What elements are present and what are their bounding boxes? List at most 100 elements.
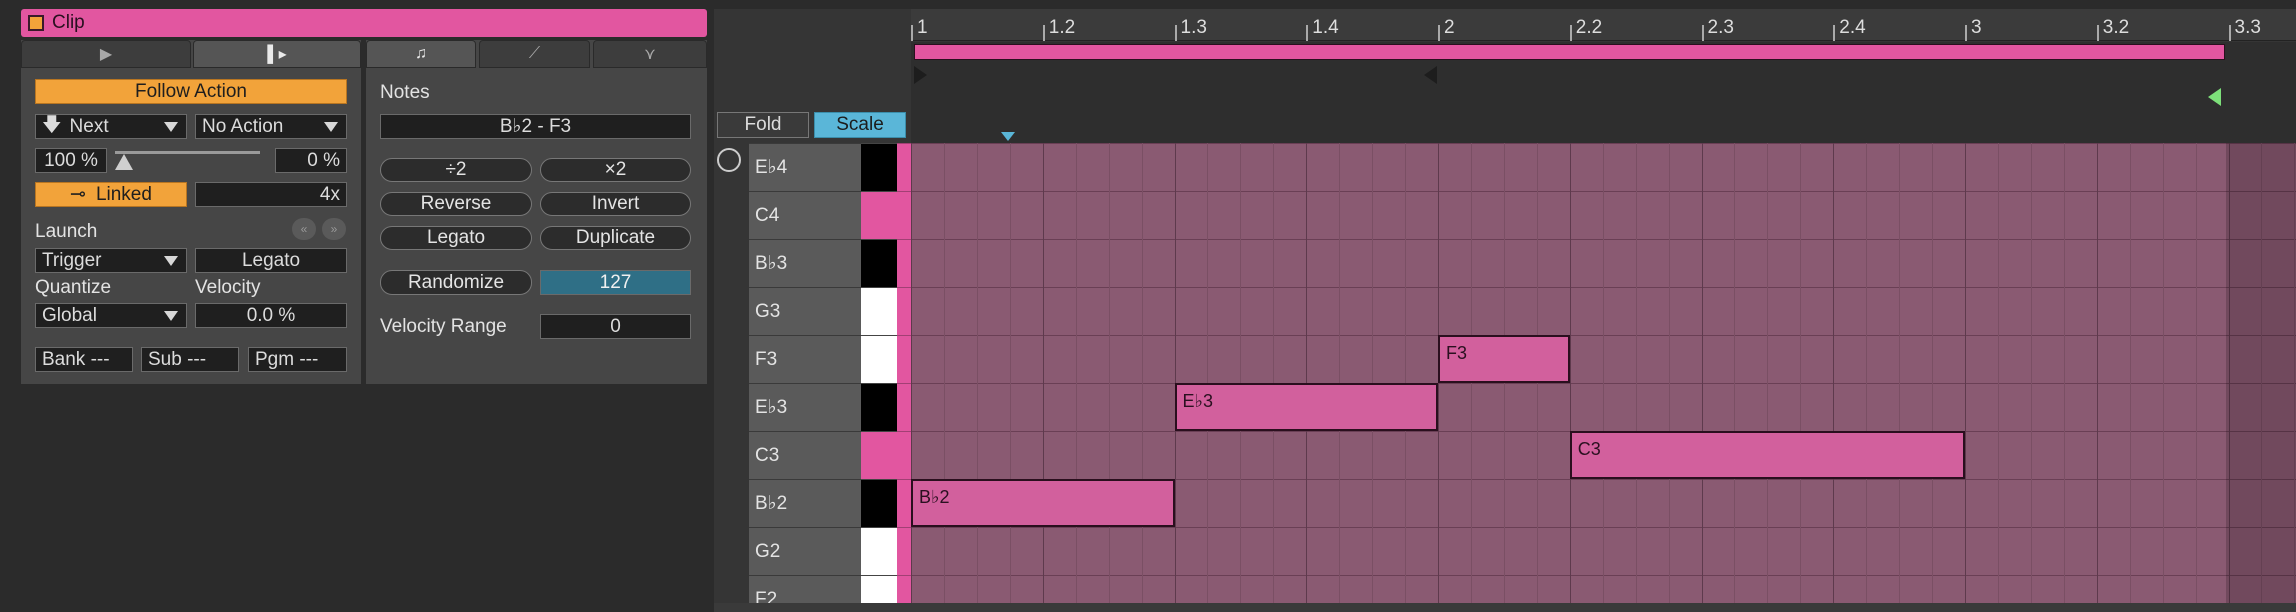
piano-key[interactable] <box>861 479 897 527</box>
tab-notes[interactable]: ♫ <box>366 40 476 68</box>
grid-col-line <box>1042 143 1044 603</box>
ruler-label: 1.3 <box>1180 17 1207 38</box>
legato-toggle[interactable]: Legato <box>195 248 347 273</box>
note-range-field[interactable]: B♭2 - F3 <box>380 114 691 139</box>
play-clip-icon: ▶ <box>99 46 113 63</box>
follow-action-button[interactable]: Follow Action <box>35 79 347 104</box>
velocity-range-field[interactable]: 0 <box>540 314 691 339</box>
piano-key[interactable] <box>861 287 897 335</box>
key-label[interactable]: F3 <box>749 335 861 383</box>
randomize-amount-field[interactable]: 127 <box>540 270 691 295</box>
ruler-label: 2 <box>1444 17 1455 38</box>
tab-mpe[interactable]: ⋎ <box>593 40 707 68</box>
key-label[interactable]: G2 <box>749 527 861 575</box>
key-label[interactable]: C3 <box>749 431 861 479</box>
duplicate-button[interactable]: Duplicate <box>540 226 691 250</box>
follow-action-b[interactable]: No Action <box>195 114 347 139</box>
key-label[interactable]: E♭4 <box>749 143 861 191</box>
piano-key[interactable] <box>861 239 897 287</box>
grid-col-line <box>1405 143 1407 603</box>
scale-strip <box>897 383 911 431</box>
launch-mode-select[interactable]: Trigger <box>35 248 187 273</box>
chevron-down-icon <box>164 121 178 132</box>
quantize-select[interactable]: Global <box>35 303 187 328</box>
reverse-button[interactable]: Reverse <box>380 192 532 216</box>
velocity-field[interactable]: 0.0 % <box>195 303 347 328</box>
beat-ruler[interactable]: 1 1.2 1.3 1.4 2 2.2 2.3 2.4 3 3.2 3.3 <box>911 9 2296 41</box>
linked-button[interactable]: ⊸ Linked <box>35 182 187 207</box>
nudge-back-icon[interactable]: « <box>292 218 316 240</box>
loop-end-marker[interactable] <box>1424 66 1437 84</box>
piano-key[interactable] <box>861 527 897 575</box>
grid-col-line <box>1899 143 1901 603</box>
tab-launch[interactable]: ▌▸ <box>193 40 361 68</box>
clip-header[interactable]: Clip <box>21 9 707 37</box>
chance-b-field[interactable]: 0 % <box>275 148 347 173</box>
double-button[interactable]: ×2 <box>540 158 691 182</box>
nudge-forward-icon[interactable]: » <box>322 218 346 240</box>
pgm-field[interactable]: Pgm --- <box>248 347 347 372</box>
scale-button[interactable]: Scale <box>814 112 906 138</box>
link-icon: ⊸ <box>70 184 86 205</box>
scale-strip <box>897 431 911 479</box>
piano-key[interactable] <box>861 383 897 431</box>
midi-note[interactable]: F3 <box>1438 335 1570 383</box>
randomize-button[interactable]: Randomize <box>380 270 532 295</box>
midi-note[interactable]: B♭2 <box>911 479 1175 527</box>
ruler-tick <box>1438 25 1440 41</box>
invert-button[interactable]: Invert <box>540 192 691 216</box>
grid-col-line <box>1767 143 1769 603</box>
midi-note[interactable]: E♭3 <box>1174 383 1438 431</box>
chance-slider[interactable] <box>115 151 260 154</box>
chance-slider-handle[interactable] <box>115 154 133 170</box>
multiplier-field[interactable]: 4x <box>195 182 347 207</box>
ruler-label: 2.3 <box>1707 17 1734 38</box>
bank-field[interactable]: Bank --- <box>35 347 133 372</box>
start-marker[interactable] <box>914 66 927 84</box>
headphones-icon[interactable] <box>717 148 741 172</box>
horizontal-scrollbar[interactable] <box>714 603 2296 612</box>
launch-icon: ▌▸ <box>267 46 287 63</box>
note-grid[interactable]: B♭2 E♭3 F3 C3 <box>911 143 2296 603</box>
grid-col-line <box>976 143 978 603</box>
piano-key[interactable] <box>861 335 897 383</box>
grid-col-line <box>1207 143 1209 603</box>
chance-a-field[interactable]: 100 % <box>35 148 107 173</box>
tab-clip[interactable]: ▶ <box>21 40 191 68</box>
chevron-down-icon <box>164 255 178 266</box>
loop-brace[interactable] <box>914 44 2225 60</box>
ruler-tick <box>1306 25 1309 41</box>
legato-button[interactable]: Legato <box>380 226 532 250</box>
follow-action-a[interactable]: 🡇 Next <box>35 114 187 139</box>
mpe-icon: ⋎ <box>644 46 656 63</box>
grid-col-line <box>1240 143 1242 603</box>
halve-button[interactable]: ÷2 <box>380 158 532 182</box>
ruler-tick <box>1174 25 1177 41</box>
sub-field[interactable]: Sub --- <box>141 347 239 372</box>
grid-col-line <box>2030 143 2032 603</box>
key-label[interactable]: B♭2 <box>749 479 861 527</box>
marker-lane[interactable] <box>911 64 2296 86</box>
piano-key[interactable] <box>861 431 897 479</box>
envelope-icon: ⟋ <box>528 45 541 62</box>
key-label[interactable]: G3 <box>749 287 861 335</box>
key-label[interactable]: E♭3 <box>749 383 861 431</box>
end-marker[interactable] <box>2208 88 2221 106</box>
scale-strip <box>897 335 911 383</box>
scale-strip <box>897 527 911 575</box>
notes-label: Notes <box>380 82 430 103</box>
grid-col-line <box>1372 143 1374 603</box>
piano-key[interactable] <box>861 143 897 191</box>
grid-col-line <box>2129 143 2131 603</box>
grid-col-line <box>1174 143 1176 603</box>
fold-button[interactable]: Fold <box>717 112 809 138</box>
grid-col-line <box>2063 143 2065 603</box>
midi-note[interactable]: C3 <box>1569 431 1965 479</box>
tab-envelopes[interactable]: ⟋ <box>479 40 590 68</box>
ruler-tick <box>2096 25 2099 41</box>
clip-color-swatch[interactable] <box>28 15 44 31</box>
piano-key[interactable] <box>861 191 897 239</box>
key-label[interactable]: C4 <box>749 191 861 239</box>
key-label[interactable]: B♭3 <box>749 239 861 287</box>
scale-strip <box>897 239 911 287</box>
